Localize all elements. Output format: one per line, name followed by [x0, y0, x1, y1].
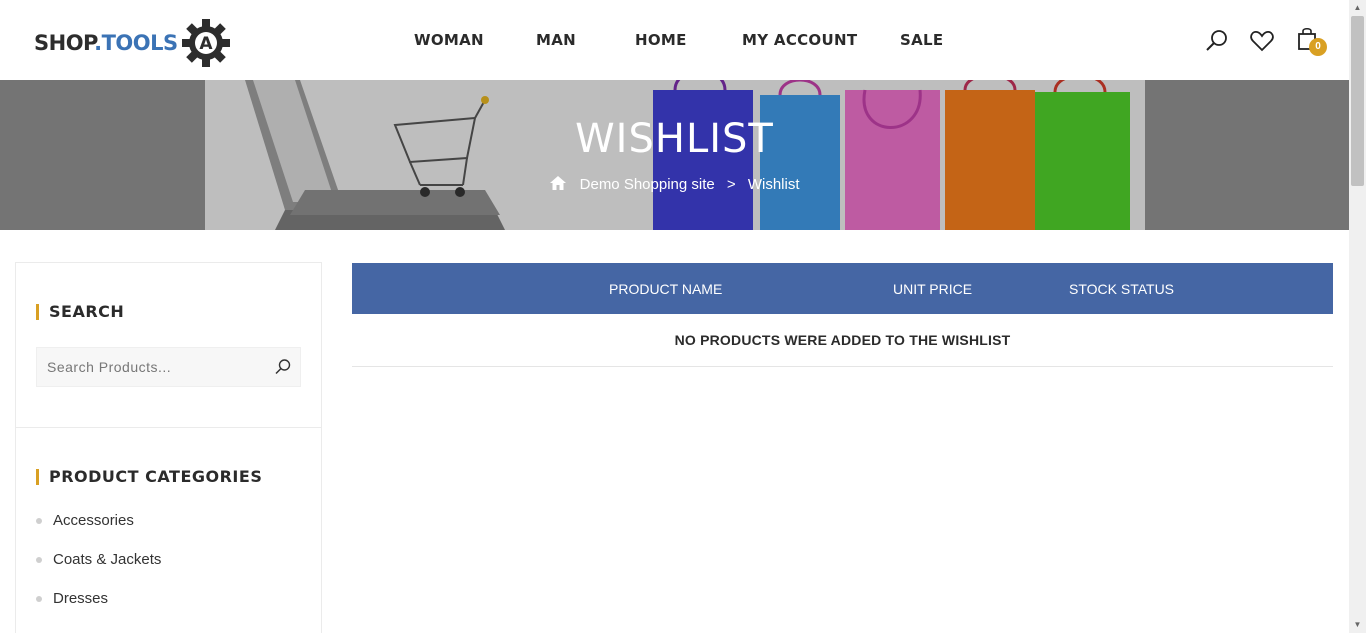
table-header: PRODUCT NAME UNIT PRICE STOCK STATUS — [352, 263, 1333, 314]
column-header-unit-price: UNIT PRICE — [893, 281, 973, 297]
nav-item-woman[interactable]: WOMAN — [414, 31, 484, 49]
nav-item-sale[interactable]: SALE — [900, 31, 943, 49]
search-form — [36, 347, 301, 387]
search-input[interactable] — [37, 348, 257, 386]
search-submit-icon[interactable] — [274, 358, 292, 376]
category-item[interactable]: Coats & Jackets — [36, 551, 161, 568]
logo-mark: A — [199, 34, 213, 54]
site-header: SHOP.TOOLS A WOMAN MAN HOME MY ACCOUNT S… — [0, 0, 1349, 80]
breadcrumb: Demo Shopping site > Wishlist — [0, 175, 1349, 193]
cart-count-badge: 0 — [1309, 38, 1327, 56]
heart-icon[interactable] — [1249, 28, 1275, 54]
gear-logo-icon: A — [181, 19, 230, 67]
nav-item-home[interactable]: HOME — [635, 31, 687, 49]
page-banner: WISHLIST Demo Shopping site > Wishlist — [0, 80, 1349, 230]
column-header-product-name: PRODUCT NAME — [609, 281, 723, 297]
page-scrollbar[interactable]: ▲ ▼ — [1349, 0, 1366, 633]
logo-text: SHOP.TOOLS — [34, 31, 178, 55]
scroll-down-arrow-icon[interactable]: ▼ — [1349, 617, 1366, 633]
site-logo[interactable]: SHOP.TOOLS A — [34, 17, 232, 69]
breadcrumb-current: Wishlist — [747, 175, 800, 193]
wishlist-table: PRODUCT NAME UNIT PRICE STOCK STATUS NO … — [352, 263, 1333, 367]
widget-divider — [16, 427, 321, 428]
search-icon[interactable] — [1204, 28, 1230, 54]
scroll-thumb[interactable] — [1351, 16, 1364, 186]
nav-item-man[interactable]: MAN — [536, 31, 576, 49]
breadcrumb-separator: > — [726, 175, 736, 193]
breadcrumb-home-link[interactable]: Demo Shopping site — [580, 176, 715, 193]
category-item[interactable]: Dresses — [36, 590, 108, 607]
column-header-stock-status: STOCK STATUS — [1069, 281, 1175, 297]
bullet-icon — [36, 517, 42, 524]
categories-widget-title: PRODUCT CATEGORIES — [36, 469, 262, 485]
bullet-icon — [36, 556, 42, 563]
nav-item-my-account[interactable]: MY ACCOUNT — [742, 31, 857, 49]
category-item[interactable]: Accessories — [36, 512, 134, 529]
bullet-icon — [36, 595, 42, 602]
empty-wishlist-message: NO PRODUCTS WERE ADDED TO THE WISHLIST — [352, 314, 1333, 367]
sidebar: SEARCH PRODUCT CATEGORIES Accessories Co… — [15, 262, 322, 633]
search-widget-title: SEARCH — [36, 304, 124, 320]
page-title: WISHLIST — [575, 116, 774, 162]
home-icon[interactable] — [549, 175, 575, 191]
scroll-up-arrow-icon[interactable]: ▲ — [1349, 0, 1366, 16]
